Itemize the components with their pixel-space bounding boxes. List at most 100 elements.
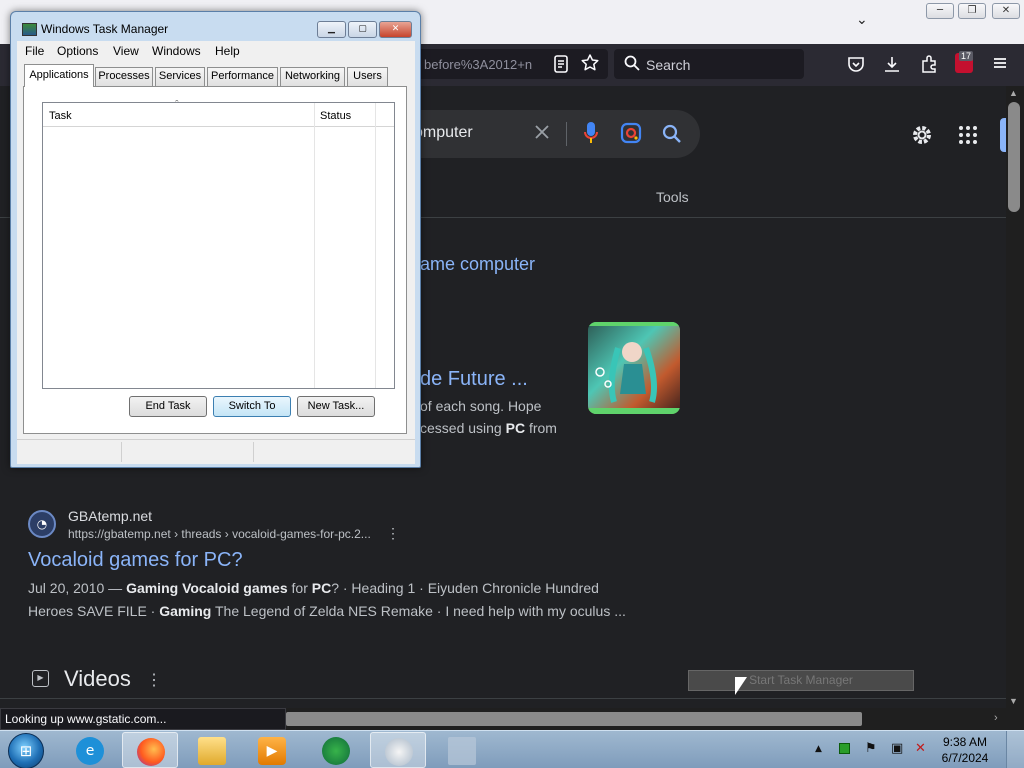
url-bar[interactable]: before%3A2012+n [410,49,608,79]
show-desktop-button[interactable] [1006,731,1024,768]
gbatemp-snippet-line2: Heroes SAVE FILE · Gaming The Legend of … [28,603,626,619]
tab-users[interactable]: Users [347,67,388,86]
menu-file[interactable]: File [25,44,44,58]
result-title[interactable]: de Future ... [420,368,528,391]
ublock-badge: 17 [959,51,974,61]
task-manager-body: Applications Processes Services Performa… [17,61,415,464]
taskbar-media-player[interactable]: ▶ [244,732,300,768]
scroll-up-arrow-icon[interactable]: ▲ [1009,88,1018,98]
menu-windows[interactable]: Windows [152,44,201,58]
applications-panel: ˆ Task Status End Task Switch To New Tas… [23,86,407,434]
taskbar-window[interactable] [434,732,490,768]
menu-view[interactable]: View [113,44,139,58]
clear-search-icon[interactable] [534,124,550,145]
taskbar-app[interactable] [308,732,364,768]
taskbar-paint[interactable] [370,732,426,768]
gbatemp-favicon: ◔ [28,510,56,538]
page-vertical-scrollbar[interactable] [1008,102,1020,212]
browser-status-bar: Looking up www.gstatic.com... [0,708,286,730]
pocket-icon[interactable] [847,55,865,78]
browser-minimize-button[interactable]: ─ [926,3,954,19]
status-divider [253,442,254,462]
videos-heading: Videos [64,666,131,691]
section-divider [0,698,1006,699]
scroll-down-arrow-icon[interactable]: ▼ [1009,696,1018,706]
voice-search-icon[interactable] [584,122,598,149]
tm-minimize-button[interactable]: ▁ [317,21,346,38]
taskbar-firefox[interactable] [122,732,178,768]
tab-applications[interactable]: Applications [24,64,94,87]
reader-mode-icon[interactable] [553,55,569,78]
search-query-text: omputer [414,124,473,141]
gbatemp-result-title[interactable]: Vocaloid games for PC? [28,549,243,572]
paint-palette-icon [385,738,413,766]
result-breadcrumb[interactable]: https://gbatemp.net › threads › vocaloid… [68,527,371,541]
tools-tab[interactable]: Tools [656,189,689,205]
mouse-cursor [735,677,747,695]
tab-services[interactable]: Services [155,67,205,86]
task-manager-window[interactable]: Windows Task Manager ▁ ▢ ✕ File Options … [10,11,421,468]
browser-restore-button[interactable]: ❐ [958,3,986,19]
task-list-header: ˆ Task Status [43,99,394,127]
list-tabs-icon[interactable]: ⌄ [856,12,868,28]
videos-play-icon: ▶ [32,670,49,687]
column-status[interactable]: Status [320,110,351,122]
volume-muted-icon[interactable]: ✕ [915,741,926,756]
task-list[interactable]: ˆ Task Status [42,99,395,389]
lens-search-icon[interactable] [620,122,642,149]
switch-to-button[interactable]: Switch To [213,396,291,417]
app-globe-icon [322,737,350,765]
videos-more-icon[interactable]: ⋮ [146,670,162,690]
status-divider [121,442,122,462]
result-more-icon[interactable]: ⋮ [386,525,400,542]
url-text: before%3A2012+n [424,57,533,72]
action-center-flag-icon[interactable]: ⚑ [865,741,877,756]
settings-gear-icon[interactable] [910,123,934,152]
menu-options[interactable]: Options [57,44,98,58]
tray-app-icon[interactable] [839,743,850,754]
clock-date: 6/7/2024 [941,751,989,765]
window-icon [448,737,476,765]
result-site-name[interactable]: GBAtemp.net [68,508,152,524]
extensions-icon[interactable] [920,55,938,78]
account-indicator[interactable] [1000,118,1006,152]
network-icon[interactable]: ▣ [891,741,903,756]
bookmark-star-icon[interactable] [580,53,600,78]
media-player-icon: ▶ [258,737,286,765]
tab-performance[interactable]: Performance [207,67,278,86]
start-button[interactable]: ⊞ [8,733,44,768]
result-thumbnail[interactable] [588,322,680,414]
result-snippet-line1: of each song. Hope [420,398,542,414]
download-icon[interactable] [883,55,901,78]
windows-taskbar: ⊞ e ▶ ▲ ⚑ ▣ ✕ 9:38 AM 6/7/2024 [0,730,1024,768]
gbatemp-snippet-line1: Jul 20, 2010 — Gaming Vocaloid games for… [28,580,599,596]
tab-processes[interactable]: Processes [95,67,153,86]
google-search-box[interactable]: omputer [380,110,700,158]
result-link[interactable]: ame computer [420,254,535,275]
column-divider [375,103,376,388]
firefox-icon [137,738,165,766]
search-placeholder: Search [646,57,691,73]
menu-help[interactable]: Help [215,44,240,58]
tm-maximize-button[interactable]: ▢ [348,21,377,38]
taskbar-internet-explorer[interactable]: e [62,732,118,768]
search-divider [566,122,567,146]
google-apps-icon[interactable] [958,125,978,150]
taskbar-file-explorer[interactable] [184,732,240,768]
menu-icon[interactable] [992,55,1008,76]
browser-close-button[interactable]: ✕ [992,3,1020,19]
tab-networking[interactable]: Networking [280,67,345,86]
folder-icon [198,737,226,765]
taskbar-clock[interactable]: 9:38 AM 6/7/2024 [936,734,994,766]
browser-search-box[interactable]: Search [614,49,804,79]
page-horizontal-scrollbar[interactable] [286,712,862,726]
column-divider [314,103,315,388]
show-hidden-icons-button[interactable]: ▲ [815,744,822,754]
tm-close-button[interactable]: ✕ [379,21,412,38]
column-task[interactable]: Task [49,110,72,122]
end-task-button[interactable]: End Task [129,396,207,417]
google-search-icon[interactable] [662,124,682,149]
scroll-right-arrow-icon[interactable]: › [994,712,998,724]
task-manager-menubar: File Options View Windows Help [17,41,415,61]
new-task-button[interactable]: New Task... [297,396,375,417]
